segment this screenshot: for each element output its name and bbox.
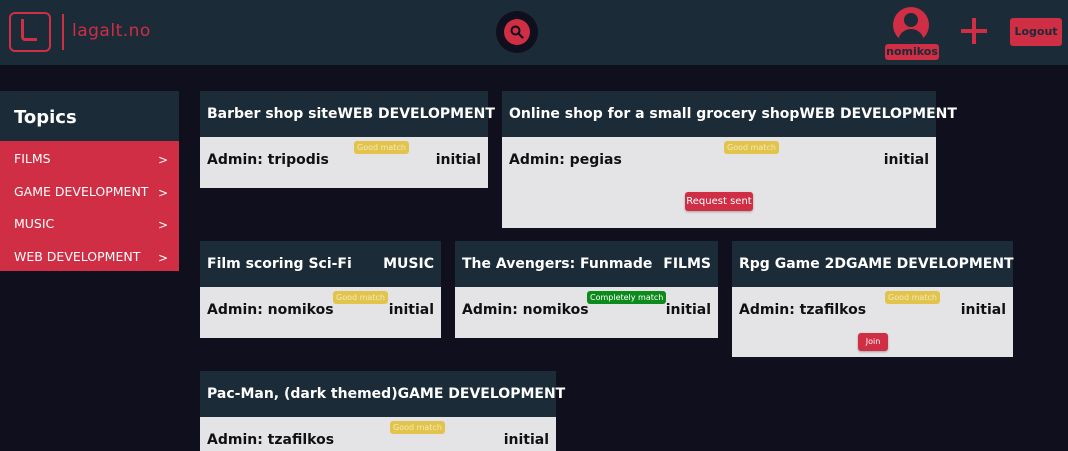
- project-card[interactable]: Pac-Man, (dark themed) GAME DEVELOPMENT …: [200, 371, 565, 451]
- sidebar-item-music[interactable]: MUSIC >: [0, 206, 179, 239]
- card-body: Admin: tzafilkos Good match initial Join: [732, 287, 1013, 357]
- project-status: initial: [883, 152, 929, 168]
- project-status: initial: [665, 302, 711, 318]
- project-card[interactable]: The Avengers: Funmade FILMS Admin: nomik…: [455, 241, 718, 338]
- card-body: Admin: nomikos Completely match initial: [455, 287, 718, 338]
- chevron-right-icon: >: [157, 185, 168, 200]
- project-title: The Avengers: Funmade: [462, 256, 653, 272]
- card-header: Online shop for a small grocery shop WEB…: [502, 91, 957, 137]
- card-header: The Avengers: Funmade FILMS: [455, 241, 718, 287]
- project-admin: Admin: tzafilkos: [739, 302, 867, 318]
- card-header: Barber shop site WEB DEVELOPMENT: [200, 91, 495, 137]
- project-status: initial: [503, 432, 549, 448]
- join-button[interactable]: Join: [858, 333, 888, 351]
- search-icon: [510, 25, 524, 39]
- topics-sidebar: Topics FILMS > GAME DEVELOPMENT > MUSIC …: [0, 91, 179, 271]
- match-badge: Good match: [333, 291, 388, 304]
- match-badge: Completely match: [587, 291, 667, 304]
- card-body: Admin: tzafilkos Good match initial: [200, 417, 556, 451]
- project-category: GAME DEVELOPMENT: [845, 256, 1014, 272]
- add-project-icon[interactable]: [961, 18, 987, 44]
- project-card[interactable]: Barber shop site WEB DEVELOPMENT Admin: …: [200, 91, 495, 188]
- match-badge: Good match: [354, 141, 409, 154]
- sidebar-item-game-development[interactable]: GAME DEVELOPMENT >: [0, 173, 179, 206]
- sidebar-item-films[interactable]: FILMS >: [0, 141, 179, 174]
- project-admin: Admin: nomikos: [462, 302, 589, 318]
- project-admin: Admin: nomikos: [207, 302, 334, 318]
- project-title: Pac-Man, (dark themed): [207, 386, 398, 402]
- sidebar-title: Topics: [0, 91, 179, 141]
- project-category: MUSIC: [383, 256, 434, 272]
- project-category: WEB DEVELOPMENT: [799, 106, 957, 122]
- project-title: Rpg Game 2D: [739, 256, 846, 272]
- project-status: initial: [388, 302, 434, 318]
- logout-button[interactable]: Logout: [1010, 18, 1062, 46]
- top-navbar: lagalt.no nomikos Logout: [0, 0, 1068, 65]
- project-status: initial: [960, 302, 1006, 318]
- sidebar-item-label: FILMS: [14, 151, 51, 166]
- project-category: FILMS: [663, 256, 711, 272]
- card-body: Admin: tripodis Good match initial: [200, 137, 488, 188]
- sidebar-item-web-development[interactable]: WEB DEVELOPMENT >: [0, 238, 179, 271]
- project-admin: Admin: tripodis: [207, 152, 329, 168]
- match-badge: Good match: [390, 421, 445, 434]
- card-body: Admin: nomikos Good match initial: [200, 287, 441, 338]
- project-card[interactable]: Rpg Game 2D GAME DEVELOPMENT Admin: tzaf…: [732, 241, 1014, 357]
- project-title: Online shop for a small grocery shop: [509, 106, 800, 122]
- search-button[interactable]: [496, 11, 538, 53]
- project-admin: Admin: tzafilkos: [207, 432, 335, 448]
- card-header: Film scoring Sci-Fi MUSIC: [200, 241, 441, 287]
- project-title: Film scoring Sci-Fi: [207, 256, 352, 272]
- card-header: Pac-Man, (dark themed) GAME DEVELOPMENT: [200, 371, 565, 417]
- project-category: WEB DEVELOPMENT: [337, 106, 495, 122]
- sidebar-item-label: GAME DEVELOPMENT: [14, 183, 149, 199]
- project-status: initial: [435, 152, 481, 168]
- user-name-badge[interactable]: nomikos: [885, 44, 939, 60]
- project-category: GAME DEVELOPMENT: [397, 386, 566, 402]
- project-title: Barber shop site: [207, 106, 338, 122]
- project-card[interactable]: Film scoring Sci-Fi MUSIC Admin: nomikos…: [200, 241, 441, 338]
- card-header: Rpg Game 2D GAME DEVELOPMENT: [732, 241, 1014, 287]
- card-body: Admin: pegias Good match initial Request…: [502, 137, 936, 228]
- user-avatar-icon[interactable]: [893, 7, 929, 43]
- sidebar-item-label: MUSIC: [14, 216, 55, 231]
- logo-icon[interactable]: [9, 12, 51, 52]
- match-badge: Good match: [885, 291, 940, 304]
- match-badge: Good match: [724, 141, 779, 154]
- chevron-right-icon: >: [157, 250, 168, 265]
- logo-text[interactable]: lagalt.no: [72, 21, 151, 41]
- project-admin: Admin: pegias: [509, 152, 622, 168]
- project-card[interactable]: Online shop for a small grocery shop WEB…: [502, 91, 957, 228]
- request-sent-button[interactable]: Request sent: [685, 192, 753, 211]
- chevron-right-icon: >: [157, 218, 168, 232]
- sidebar-item-label: WEB DEVELOPMENT: [14, 248, 141, 264]
- logo-divider: [62, 14, 64, 50]
- chevron-right-icon: >: [157, 153, 168, 167]
